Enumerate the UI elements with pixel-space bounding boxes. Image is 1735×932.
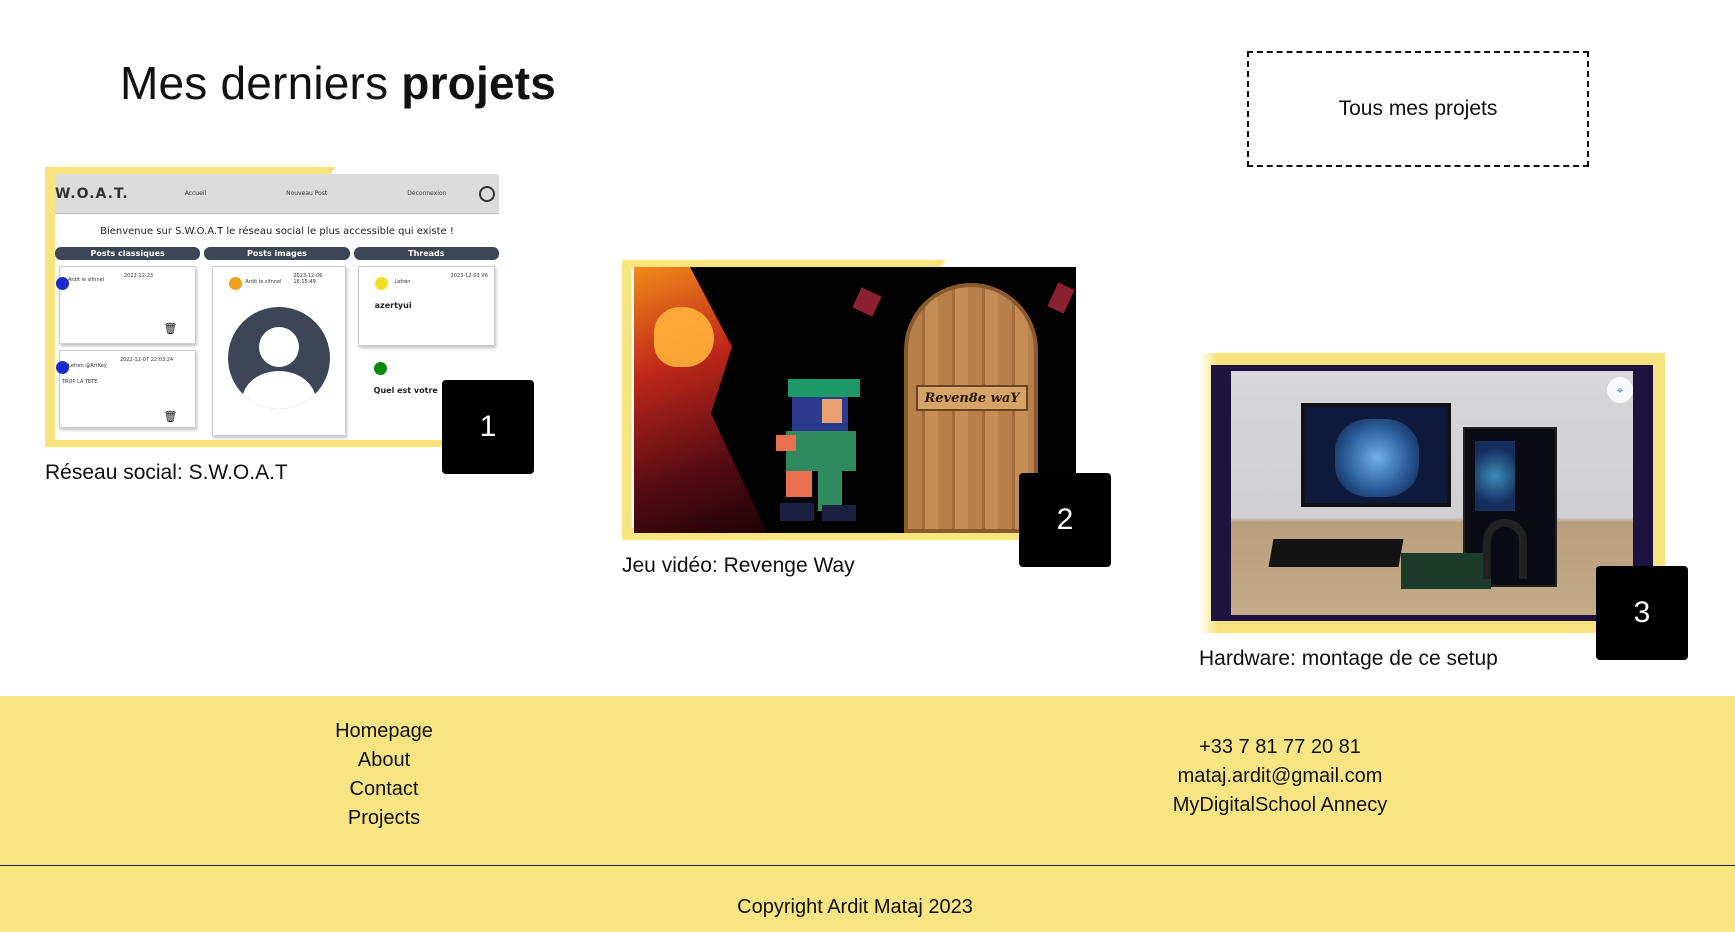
mock-post: Lefren 2023-12-03 V6 azertyui	[357, 266, 495, 346]
headset	[1483, 519, 1527, 579]
mock-post-author: Lefren	[394, 279, 411, 285]
footer: Homepage About Contact Projects +33 7 81…	[0, 696, 1735, 932]
project-card-hardware[interactable]: ⌖ 3 Hardware: montage de ce setup	[1199, 353, 1689, 673]
photo-scene	[1231, 371, 1633, 615]
mock-column: Posts images Ardit le sifnnel 2023-12-06…	[204, 247, 350, 440]
mock-logo: W.O.A.T.	[55, 185, 129, 202]
project-caption[interactable]: Jeu vidéo: Revenge Way	[622, 554, 855, 578]
mock-nav-links: Accueil Nouveau Post Deconnexion	[185, 190, 447, 197]
mock-thread-title: azertyui	[374, 301, 412, 310]
footer-link-homepage[interactable]: Homepage	[335, 720, 433, 743]
mock-post: Ardit le sifnnel 2023-12-06 16:15:49	[212, 266, 346, 436]
keyboard	[1268, 539, 1404, 567]
section-title-regular: Mes derniers	[120, 57, 389, 109]
mock-nav-link: Deconnexion	[407, 190, 447, 197]
mock-post-author: Lefren @ArtKey	[68, 363, 107, 369]
footer-contact: +33 7 81 77 20 81 mataj.ardit@gmail.com …	[1080, 736, 1480, 817]
footer-link-projects[interactable]: Projects	[348, 807, 420, 830]
footer-divider	[0, 865, 1735, 866]
lava-wall	[634, 267, 767, 533]
user-circle-icon	[479, 185, 495, 202]
project-card-revenge-way[interactable]: Reven8e waY 2 Jeu vidéo: Revenge Way	[622, 260, 1112, 580]
mock-post-date: 2023-12-03 V6	[450, 273, 488, 279]
lava-glow	[654, 307, 714, 367]
swoat-mock: W.O.A.T. Accueil Nouveau Post Deconnexio…	[55, 174, 499, 440]
mock-nav-link: Accueil	[184, 190, 207, 197]
footer-link-about[interactable]: About	[358, 749, 410, 772]
rock	[852, 287, 882, 317]
project-screenshot[interactable]: W.O.A.T. Accueil Nouveau Post Deconnexio…	[55, 174, 499, 440]
footer-phone[interactable]: +33 7 81 77 20 81	[1199, 736, 1361, 759]
project-number-badge: 3	[1596, 566, 1688, 660]
project-screenshot[interactable]: ⌖	[1211, 365, 1653, 621]
mock-column: Posts classiques Ardit le sifnnel 2022-1…	[55, 247, 201, 440]
pixel-hero-sprite	[776, 379, 866, 523]
copyright: Copyright Ardit Mataj 2023	[737, 896, 973, 918]
mock-welcome: Bienvenue sur S.W.O.A.T le réseau social…	[100, 226, 454, 237]
project-card-swoat[interactable]: W.O.A.T. Accueil Nouveau Post Deconnexio…	[45, 167, 535, 487]
footer-link-contact[interactable]: Contact	[350, 778, 419, 801]
project-caption[interactable]: Hardware: montage de ce setup	[1199, 647, 1498, 671]
mock-nav-link: Nouveau Post	[286, 190, 328, 197]
section-title: Mes derniers projets	[120, 56, 556, 110]
footer-school: MyDigitalSchool Annecy	[1172, 794, 1388, 816]
avatar-dot	[229, 277, 243, 290]
all-projects-button[interactable]: Tous mes projets	[1247, 51, 1589, 167]
mock-thread-title: Quel est votre	[373, 386, 438, 395]
mock-navbar: W.O.A.T. Accueil Nouveau Post Deconnexio…	[55, 174, 499, 214]
mock-post-text: TROP LA TETE	[62, 379, 98, 385]
mock-post-date: 2023-12-06 16:15:49	[293, 273, 323, 285]
mock-post-date: 2022-12-23	[124, 273, 154, 279]
trash-icon: 🗑	[163, 322, 178, 335]
project-number-badge: 1	[442, 380, 534, 474]
mock-columns: Posts classiques Ardit le sifnnel 2022-1…	[55, 247, 499, 440]
mousepad	[1401, 553, 1491, 589]
mock-post: Ardit le sifnnel 2022-12-23 🗑	[56, 266, 197, 344]
avatar-dot	[373, 362, 387, 375]
mock-column-header: Posts images	[204, 247, 350, 260]
mock-post: Lefren @ArtKey 2022-12-07 22:03:24 TROP …	[56, 350, 197, 428]
all-projects-label: Tous mes projets	[1338, 97, 1498, 120]
section-title-bold: projets	[401, 57, 557, 109]
monitor	[1301, 403, 1451, 507]
default-avatar-icon	[227, 307, 330, 409]
mock-post-date: 2022-12-07 22:03:24	[120, 357, 174, 363]
project-number-badge: 2	[1019, 473, 1111, 567]
game-title-sign: Reven8e waY	[916, 385, 1028, 411]
footer-email[interactable]: mataj.ardit@gmail.com	[1178, 765, 1383, 788]
rock	[1047, 282, 1075, 314]
avatar-dot	[374, 277, 388, 290]
mock-column-header: Posts classiques	[55, 247, 201, 260]
project-screenshot[interactable]: Reven8e waY	[634, 267, 1076, 533]
mock-column-header: Threads	[353, 247, 499, 260]
trash-icon: 🗑	[163, 410, 178, 423]
mock-post-author: Ardit le sifnnel	[68, 277, 105, 283]
setup-photo: ⌖	[1211, 365, 1653, 621]
project-caption[interactable]: Réseau social: S.W.O.A.T	[45, 461, 288, 485]
scan-icon[interactable]: ⌖	[1607, 377, 1633, 403]
mock-post-author: Ardit le sifnnel	[245, 279, 282, 285]
footer-nav: Homepage About Contact Projects	[0, 720, 768, 830]
game-scene: Reven8e waY	[634, 267, 1076, 533]
